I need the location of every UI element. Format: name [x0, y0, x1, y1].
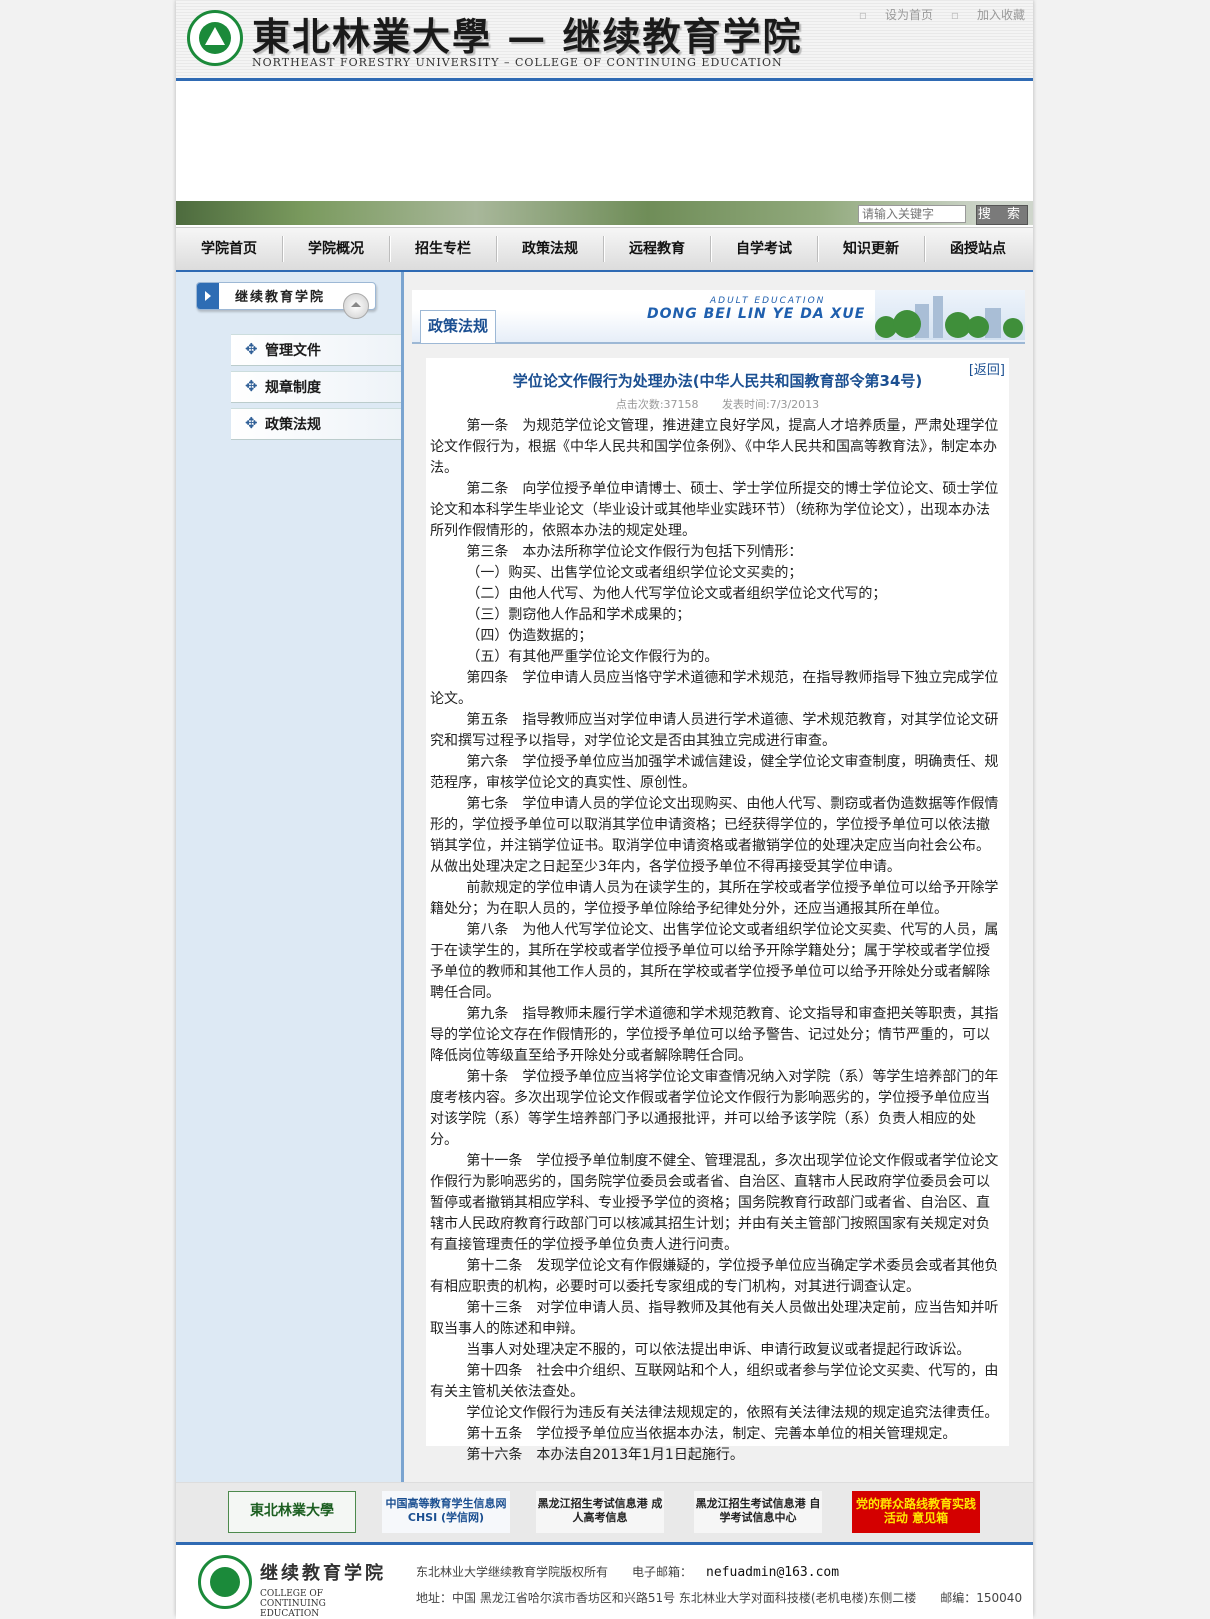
- nav-policies[interactable]: 政策法规: [497, 228, 603, 270]
- article-paragraph: 第七条 学位申请人员的学位论文出现购买、由他人代写、剽窃或者伪造数据等作假情形的…: [430, 796, 999, 875]
- sidebar-item-label: 规章制度: [265, 380, 321, 396]
- article-paragraph: （五）有其他严重学位论文作假行为的。: [466, 649, 719, 665]
- search-button[interactable]: 搜 索: [976, 205, 1028, 225]
- copyright-line: 东北林业大学继续教育学院版权所有 电子邮箱： nefuadmin@163.com: [416, 1563, 839, 1580]
- article-paragraph: 当事人对处理决定不服的，可以依法提出申诉、申请行政复议或者提起行政诉讼。: [466, 1342, 971, 1358]
- article-paragraph: （二）由他人代写、为他人代写学位论文或者组织学位论文代写的；: [466, 586, 887, 602]
- sidebar-item-label: 管理文件: [265, 343, 321, 359]
- brand-title: 東北林業大學 — 继续教育学院: [252, 14, 803, 59]
- article-meta: 点击次数:37158 发表时间:7/3/2013: [426, 396, 1009, 412]
- site-header: 東北林業大學 — 继续教育学院 NORTHEAST FORESTRY UNIVE…: [176, 0, 1033, 81]
- sidebar-title: 继续教育学院: [196, 282, 376, 319]
- article-paragraph: 第八条 为他人代写学位论文、出售学位论文或者组织学位论文买卖、代写的人员，属于在…: [430, 922, 999, 1001]
- category-banner: 政策法规 ADULT EDUCATION DONG BEI LIN YE DA …: [412, 290, 1025, 344]
- sidebar-item-management-files[interactable]: ✥ 管理文件: [231, 334, 401, 366]
- banner-small-text: ADULT EDUCATION: [710, 296, 826, 306]
- article-paragraph: 第四条 学位申请人员应当恪守学术道德和学术规范，在指导教师指导下独立完成学位论文…: [430, 670, 999, 707]
- link-chsi[interactable]: 中国高等教育学生信息网 CHSI (学信网): [382, 1491, 510, 1533]
- footer-college-name: 继续教育学院: [260, 1563, 386, 1584]
- article-title: 学位论文作假行为处理办法(中华人民共和国教育部令第34号): [512, 372, 923, 390]
- article: [返回] 学位论文作假行为处理办法(中华人民共和国教育部令第34号) 点击次数:…: [426, 358, 1009, 1463]
- collapse-up-icon[interactable]: [343, 293, 369, 319]
- add-favorite-link[interactable]: ▫ 加入收藏: [951, 8, 1025, 22]
- link-adult-exam-info[interactable]: 黑龙江招生考试信息港 成人高考信息: [536, 1491, 664, 1533]
- article-paragraph: 第二条 向学位授予单位申请博士、硕士、学士学位所提交的博士学位论文、硕士学位论文…: [430, 481, 999, 539]
- diamond-bullet-icon: ✥: [245, 340, 258, 358]
- link-self-study-exam-info[interactable]: 黑龙江招生考试信息港 自学考试信息中心: [694, 1491, 822, 1533]
- partner-links-bar: 東北林業大學 中国高等教育学生信息网 CHSI (学信网) 黑龙江招生考试信息港…: [176, 1482, 1033, 1543]
- article-paragraph: 第九条 指导教师未履行学术道德和学术规范教育、论文指导和审查把关等职责，其指导的…: [430, 1006, 999, 1064]
- article-paragraph: 第三条 本办法所称学位论文作假行为包括下列情形：: [466, 544, 803, 560]
- article-paragraph: 第十一条 学位授予单位制度不健全、管理混乱，多次出现学位论文作假或者学位论文作假…: [430, 1153, 999, 1253]
- university-logo-icon[interactable]: [187, 10, 243, 66]
- nav-correspondence-sites[interactable]: 函授站点: [925, 228, 1031, 270]
- article-paragraph: 第十条 学位授予单位应当将学位论文审查情况纳入对学院（系）等学生培养部门的年度考…: [430, 1069, 999, 1148]
- sidebar-item-regulations[interactable]: ✥ 规章制度: [231, 371, 401, 403]
- article-body: 第一条 为规范学位论文管理，推进建立良好学风，提高人才培养质量，严肃处理学位论文…: [430, 416, 1003, 1466]
- diamond-bullet-icon: ✥: [245, 377, 258, 395]
- article-paragraph: 第十三条 对学位申请人员、指导教师及其他有关人员做出处理决定前，应当告知并听取当…: [430, 1300, 999, 1337]
- sidebar-item-label: 政策法规: [265, 417, 321, 433]
- email-link[interactable]: nefuadmin@163.com: [706, 1565, 839, 1580]
- top-links: ▫ 设为首页 ▫ 加入收藏: [845, 6, 1025, 23]
- nav-distance-education[interactable]: 远程教育: [604, 228, 710, 270]
- article-paragraph: 学位论文作假行为违反有关法律法规规定的，依照有关法律法规的规定追究法律责任。: [466, 1405, 999, 1421]
- brand-subtitle: NORTHEAST FORESTRY UNIVERSITY – COLLEGE …: [252, 56, 783, 69]
- main-nav: 学院首页 学院概况 招生专栏 政策法规 远程教育 自学考试 知识更新 函授站点: [176, 227, 1033, 273]
- banner-text: DONG BEI LIN YE DA XUE: [647, 306, 866, 322]
- banner-area: [176, 81, 1033, 201]
- article-paragraph: （三）剽窃他人作品和学术成果的；: [466, 607, 691, 623]
- article-paragraph: 第十五条 学位授予单位应当依据本办法，制定、完善本单位的相关管理规定。: [466, 1426, 957, 1442]
- diamond-bullet-icon: ✥: [245, 414, 258, 432]
- article-paragraph: 第十四条 社会中介组织、互联网站和个人，组织或者参与学位论文买卖、代写的，由有关…: [430, 1363, 999, 1400]
- search-input[interactable]: [858, 205, 966, 223]
- category-tab: 政策法规: [420, 310, 496, 343]
- nav-self-study-exam[interactable]: 自学考试: [711, 228, 817, 270]
- nav-knowledge-update[interactable]: 知识更新: [818, 228, 924, 270]
- publish-date: 发表时间:7/3/2013: [722, 398, 820, 411]
- copyright-text: 东北林业大学继续教育学院版权所有 电子邮箱：: [416, 1565, 693, 1579]
- address-line: 地址：中国 黑龙江省哈尔滨市香坊区和兴路51号 东北林业大学对面科技楼(老机电楼…: [416, 1591, 1023, 1605]
- article-paragraph: 前款规定的学位申请人员为在读学生的，其所在学校或者学位授予单位可以给予开除学籍处…: [430, 880, 999, 917]
- nav-home[interactable]: 学院首页: [176, 228, 282, 270]
- main-content: 政策法规 ADULT EDUCATION DONG BEI LIN YE DA …: [404, 272, 1033, 1482]
- article-paragraph: 第一条 为规范学位论文管理，推进建立良好学风，提高人才培养质量，严肃处理学位论文…: [430, 418, 999, 476]
- article-paragraph: 第六条 学位授予单位应当加强学术诚信建设，健全学位论文审查制度，明确责任、规范程…: [430, 754, 999, 791]
- hit-count: 点击次数:37158: [615, 398, 699, 411]
- footer-college-name-en: COLLEGE OF CONTINUING EDUCATION: [260, 1589, 326, 1619]
- sidebar-item-policies[interactable]: ✥ 政策法规: [231, 408, 401, 440]
- page: 東北林業大學 — 继续教育学院 NORTHEAST FORESTRY UNIVE…: [176, 0, 1033, 1619]
- set-homepage-link[interactable]: ▫ 设为首页: [859, 8, 933, 22]
- article-paragraph: 第五条 指导教师应当对学位申请人员进行学术道德、学术规范教育，对其学位论文研究和…: [430, 712, 999, 749]
- skyline-icon: [875, 290, 1025, 340]
- article-paragraph: 第十六条 本办法自2013年1月1日起施行。: [466, 1447, 744, 1463]
- sidebar: 继续教育学院 ✥ 管理文件 ✥ 规章制度 ✥ 政策法规: [176, 272, 404, 1482]
- sidebar-title-label: 继续教育学院: [235, 290, 326, 305]
- link-nefu[interactable]: 東北林業大學: [228, 1491, 356, 1533]
- copyright-footer: 继续教育学院 COLLEGE OF CONTINUING EDUCATION 东…: [176, 1542, 1033, 1619]
- college-logo-icon: [198, 1555, 252, 1609]
- link-mass-line-suggestion-box[interactable]: 党的群众路线教育实践活动 意见箱: [852, 1491, 980, 1533]
- arrow-right-icon: [197, 283, 219, 309]
- article-paragraph: （四）伪造数据的；: [466, 628, 593, 644]
- article-paragraph: （一）购买、出售学位论文或者组织学位论文买卖的；: [466, 565, 803, 581]
- nav-admissions[interactable]: 招生专栏: [390, 228, 496, 270]
- article-paragraph: 第十二条 发现学位论文有作假嫌疑的，学位授予单位应当确定学术委员会或者其他负有相…: [430, 1258, 999, 1295]
- nav-about[interactable]: 学院概况: [283, 228, 389, 270]
